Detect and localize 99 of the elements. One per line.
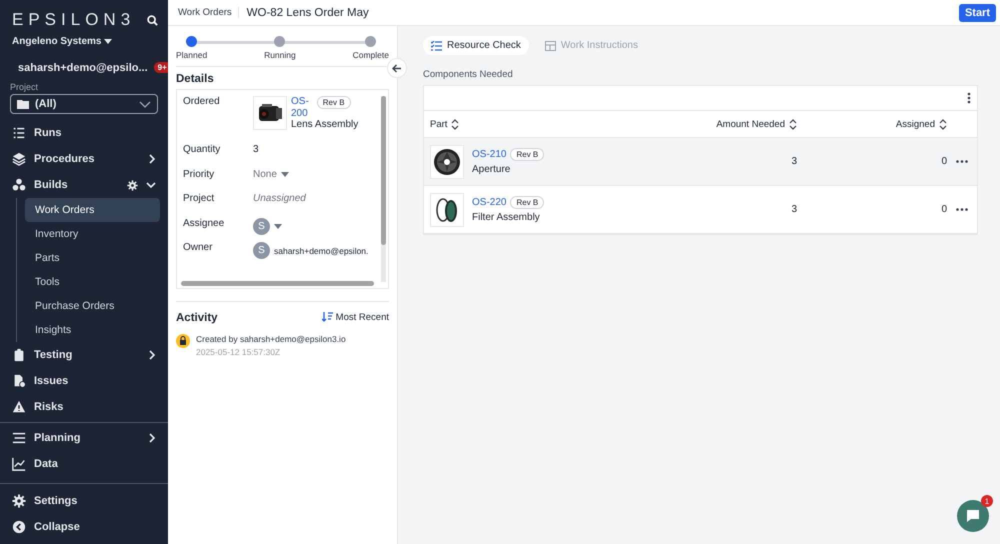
- list-icon: [12, 126, 26, 140]
- part-name: Filter Assembly: [472, 212, 541, 223]
- nav-item[interactable]: Runs: [34, 127, 156, 139]
- table-icon: [544, 40, 556, 50]
- table-cell-text: 3: [790, 156, 797, 167]
- sort-icon[interactable]: [789, 118, 797, 130]
- more-icon[interactable]: [967, 92, 971, 104]
- nav-item[interactable]: Planning: [34, 432, 140, 444]
- chart-icon: [12, 457, 26, 471]
- table-row[interactable]: OS-210 Rev B Aperture 3 0: [424, 138, 977, 186]
- nav-subitem[interactable]: Purchase Orders: [25, 294, 160, 318]
- table-cell-text: 0: [940, 204, 947, 215]
- nav-item[interactable]: Settings: [34, 495, 156, 507]
- collapse-icon: [12, 520, 26, 534]
- logo: EPSILON3: [12, 10, 136, 30]
- detail-label: Priority: [183, 168, 216, 180]
- nav-item[interactable]: Issues: [34, 375, 156, 387]
- column-header[interactable]: Part: [430, 118, 448, 130]
- chat-badge: 1: [981, 495, 993, 507]
- table-title: Components Needed: [423, 69, 514, 80]
- scrollbar[interactable]: [381, 96, 386, 245]
- nav-item[interactable]: Risks: [34, 401, 156, 413]
- settings-icon[interactable]: [127, 180, 138, 190]
- detail-label: Project: [183, 192, 216, 204]
- step-label: Running: [264, 50, 296, 60]
- priority-select[interactable]: None: [253, 168, 277, 180]
- detail-label: Owner: [183, 241, 214, 253]
- revision-badge: Rev B: [510, 196, 544, 209]
- sort-button[interactable]: Most Recent: [322, 312, 389, 322]
- chat-icon: [966, 509, 980, 523]
- nav-item[interactable]: Data: [34, 458, 156, 470]
- chevron-right-icon[interactable]: [148, 154, 156, 164]
- revision-badge: Rev B: [316, 96, 351, 109]
- chevron-down-icon[interactable]: [146, 181, 156, 189]
- chevron-icon: [139, 100, 151, 108]
- nav-subitem[interactable]: Parts: [25, 246, 160, 270]
- activity-time: 2025-05-12 15:57:30Z: [196, 347, 282, 357]
- sort-icon[interactable]: [939, 118, 947, 130]
- column-header[interactable]: Assigned: [896, 118, 935, 130]
- start-button[interactable]: Start: [958, 4, 996, 22]
- detail-label: Quantity: [183, 143, 222, 155]
- detail-value: Unassigned: [253, 193, 306, 204]
- organization-name[interactable]: Angeleno Systems: [12, 36, 102, 47]
- part-name: Aperture: [472, 164, 512, 175]
- user-email[interactable]: saharsh+demo@epsilo...: [18, 62, 148, 74]
- part-link[interactable]: OS- 200: [291, 96, 309, 119]
- project-label: Project: [9, 82, 40, 92]
- nav-subitem[interactable]: Tools: [25, 270, 160, 294]
- scrollbar[interactable]: [181, 281, 374, 286]
- sort-icon: [322, 312, 333, 322]
- nav-item[interactable]: Procedures: [34, 153, 140, 165]
- tab[interactable]: Resource Check: [423, 36, 529, 55]
- nav-item[interactable]: Testing: [34, 349, 140, 361]
- revision-badge: Rev B: [510, 148, 544, 161]
- chat-button[interactable]: [957, 500, 989, 532]
- detail-value: 3: [253, 144, 259, 155]
- section-title: Details: [176, 73, 215, 85]
- column-header[interactable]: Amount Needed: [716, 118, 785, 130]
- detail-label: Assignee: [183, 216, 226, 228]
- nav-subitem[interactable]: Inventory: [25, 222, 160, 246]
- table-cell-text: 0: [940, 156, 947, 167]
- layers-icon: [12, 152, 26, 166]
- breadcrumb-link[interactable]: Work Orders: [172, 7, 239, 18]
- collapse-panel-button[interactable]: [387, 58, 407, 78]
- activity-text: Created by saharsh+demo@epsilon3.io: [196, 334, 346, 344]
- caret-icon[interactable]: [104, 39, 112, 44]
- part-name: Lens Assembly: [291, 119, 358, 130]
- lock-icon: [176, 334, 190, 348]
- table-cell-text: 3: [790, 204, 797, 215]
- table-row[interactable]: OS-220 Rev B Filter Assembly 3 0: [424, 186, 977, 234]
- search-icon[interactable]: [147, 14, 158, 26]
- project-select[interactable]: (All): [10, 94, 158, 114]
- avatar: S: [253, 242, 270, 259]
- settings-icon: [12, 494, 26, 508]
- part-link[interactable]: OS-210: [472, 148, 506, 160]
- chevron-right-icon[interactable]: [148, 350, 156, 360]
- part-link[interactable]: OS-220: [472, 196, 506, 208]
- more-icon[interactable]: [956, 160, 968, 163]
- step-label: Planned: [176, 50, 208, 60]
- clipboard-icon: [12, 348, 26, 362]
- more-icon[interactable]: [956, 208, 968, 211]
- arrow-left-icon: [392, 64, 402, 72]
- warning-icon: [12, 400, 26, 414]
- file-alert-icon: [12, 374, 26, 388]
- section-title: Activity: [176, 312, 218, 324]
- owner-email: saharsh+demo@epsilon.: [274, 246, 368, 256]
- sort-icon[interactable]: [451, 118, 460, 130]
- cubes-icon: [12, 178, 26, 192]
- nav-item[interactable]: Builds: [34, 179, 119, 191]
- chevron-right-icon[interactable]: [148, 433, 156, 443]
- lines-icon: [12, 431, 26, 445]
- detail-label: Ordered: [183, 95, 221, 107]
- nav-item[interactable]: Collapse: [34, 521, 156, 533]
- step-label: Complete: [352, 50, 389, 60]
- checklist-icon: [431, 40, 442, 50]
- folder-icon: [17, 99, 29, 109]
- nav-subitem[interactable]: Work Orders: [25, 198, 160, 222]
- page-title: WO-82 Lens Order May: [246, 6, 370, 18]
- nav-subitem[interactable]: Insights: [25, 318, 160, 342]
